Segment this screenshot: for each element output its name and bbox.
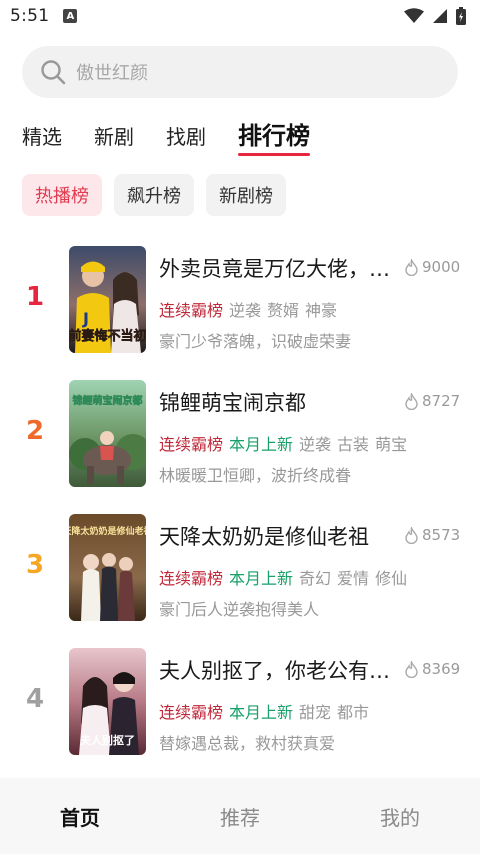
- rank-number: 4: [25, 684, 45, 714]
- tag: 连续霸榜: [159, 435, 224, 454]
- tag-list: 连续霸榜 本月上新 逆袭 古装 萌宝: [159, 434, 407, 456]
- tag: 修仙: [375, 569, 408, 588]
- drama-description: 豪门少爷落魄，识破虚荣妻: [159, 332, 352, 351]
- tag: 萌宝: [375, 435, 408, 454]
- nav-home[interactable]: 首页: [0, 802, 160, 831]
- tag: 本月上新: [229, 569, 294, 588]
- rank-number: 1: [25, 282, 45, 312]
- list-item[interactable]: 4 夫人别抠了 夫人别抠了，你老公有… 8369 连续霸榜 本月上新 甜宠 都市: [0, 646, 480, 780]
- flame-icon: [405, 526, 418, 544]
- search-icon: [41, 60, 66, 85]
- chip-hot[interactable]: 热播榜: [22, 174, 102, 216]
- signal-icon: [433, 9, 447, 23]
- tag-list: 连续霸榜 本月上新 甜宠 都市: [159, 702, 369, 724]
- drama-title[interactable]: 外卖员竟是万亿大佬，…: [159, 254, 395, 284]
- svg-text:J: J: [82, 309, 89, 328]
- list-item[interactable]: 2 锦鲤萌宝闹京都 锦鲤萌宝闹京都 8727 连续霸榜 本月上新 逆袭 古装 萌…: [0, 378, 480, 512]
- tag: 古装: [337, 435, 370, 454]
- rank-number: 2: [25, 416, 45, 446]
- tag: 连续霸榜: [159, 703, 224, 722]
- tag: 甜宠: [299, 703, 332, 722]
- tag: 都市: [337, 703, 370, 722]
- ranking-list: 1 J 前妻悔不当初 外卖员竟是万亿大佬，… 9000 连续霸榜 逆袭 赘婿 神…: [0, 244, 480, 780]
- tag: 神豪: [305, 301, 338, 320]
- drama-title[interactable]: 天降太奶奶是修仙老祖: [159, 522, 395, 552]
- cover-image[interactable]: J 前妻悔不当初: [69, 246, 146, 353]
- flame-icon: [405, 660, 418, 678]
- search-bar[interactable]: 傲世红颜: [22, 46, 458, 98]
- ranking-chips: 热播榜 飙升榜 新剧榜: [22, 174, 286, 216]
- heat-value: 8369: [422, 660, 461, 678]
- bottom-nav: 首页 推荐 我的: [0, 778, 480, 854]
- heat-count: 8369: [404, 660, 460, 678]
- notification-icon: A: [63, 9, 78, 23]
- flame-icon: [405, 392, 418, 410]
- drama-description: 替嫁遇总裁，救村获真爱: [159, 734, 336, 753]
- tag: 爱情: [337, 569, 370, 588]
- heat-count: 8573: [404, 526, 460, 544]
- drama-title[interactable]: 锦鲤萌宝闹京都: [159, 388, 395, 418]
- heat-value: 8727: [422, 392, 461, 410]
- tab-new-drama[interactable]: 新剧: [94, 122, 134, 152]
- tag-list: 连续霸榜 本月上新 奇幻 爱情 修仙: [159, 568, 407, 590]
- tag: 本月上新: [229, 435, 294, 454]
- drama-description: 豪门后人逆袭抱得美人: [159, 600, 320, 619]
- battery-icon: [456, 7, 466, 25]
- cover-image[interactable]: 天降太奶奶是修仙老祖: [69, 514, 146, 621]
- cover-image[interactable]: 夫人别抠了: [69, 648, 146, 755]
- rank-number: 3: [25, 550, 45, 580]
- cover-image[interactable]: 锦鲤萌宝闹京都: [69, 380, 146, 487]
- tag: 奇幻: [299, 569, 332, 588]
- search-placeholder: 傲世红颜: [76, 63, 148, 84]
- cover-title-text: 天降太奶奶是修仙老祖: [69, 525, 146, 537]
- tag: 赘婿: [267, 301, 300, 320]
- list-item[interactable]: 3 天降太奶奶是修仙老祖 天降太奶奶是修仙老祖 8573 连续霸榜 本月上新 奇…: [0, 512, 480, 646]
- chip-new[interactable]: 新剧榜: [206, 174, 286, 216]
- status-icons: [404, 7, 470, 25]
- chip-rising[interactable]: 飙升榜: [114, 174, 194, 216]
- drama-description: 林暖暖卫恒卿，波折终成眷: [159, 466, 352, 485]
- heat-value: 8573: [422, 526, 461, 544]
- tab-selected[interactable]: 精选: [22, 122, 62, 152]
- nav-recommend[interactable]: 推荐: [160, 802, 320, 831]
- cover-title-text: 前妻悔不当初: [69, 328, 146, 344]
- tag-list: 连续霸榜 逆袭 赘婿 神豪: [159, 300, 337, 322]
- tag: 连续霸榜: [159, 301, 224, 320]
- tag: 本月上新: [229, 703, 294, 722]
- list-item[interactable]: 1 J 前妻悔不当初 外卖员竟是万亿大佬，… 9000 连续霸榜 逆袭 赘婿 神…: [0, 244, 480, 378]
- cover-title-text: 夫人别抠了: [80, 733, 135, 747]
- cover-title-text: 锦鲤萌宝闹京都: [73, 394, 143, 407]
- heat-count: 8727: [404, 392, 460, 410]
- flame-icon: [405, 258, 418, 276]
- tag: 逆袭: [299, 435, 332, 454]
- heat-value: 9000: [422, 258, 461, 276]
- tab-ranking[interactable]: 排行榜: [238, 121, 310, 156]
- status-time: 5:51: [10, 6, 50, 26]
- heat-count: 9000: [404, 258, 460, 276]
- wifi-icon: [404, 8, 424, 23]
- nav-mine[interactable]: 我的: [320, 802, 480, 831]
- tab-find-drama[interactable]: 找剧: [166, 122, 206, 152]
- top-tabs: 精选 新剧 找剧 排行榜: [22, 122, 342, 162]
- status-bar: 5:51 A: [0, 0, 480, 32]
- tag: 逆袭: [229, 301, 262, 320]
- tag: 连续霸榜: [159, 569, 224, 588]
- drama-title[interactable]: 夫人别抠了，你老公有…: [159, 656, 395, 686]
